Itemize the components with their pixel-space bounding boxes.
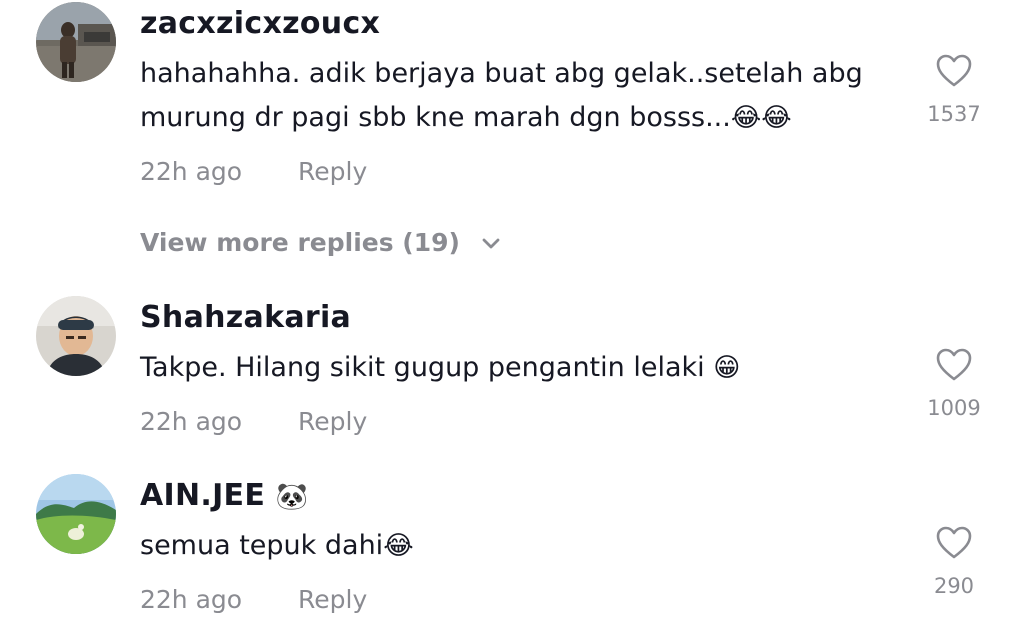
panda-emoji-icon: 🐼	[275, 482, 309, 512]
username[interactable]: AIN.JEE 🐼	[140, 478, 309, 513]
heart-icon[interactable]	[936, 54, 972, 88]
photo-landscape-icon	[36, 474, 116, 554]
photo-street-icon	[36, 2, 116, 82]
reply-button[interactable]: Reply	[298, 585, 367, 614]
comment-text-body: semua tepuk dahi	[140, 530, 384, 561]
laughing-emoji-icon: 😂😂	[730, 103, 792, 133]
comment-text: Takpe. Hilang sikit gugup pengantin lela…	[140, 346, 900, 390]
timestamp: 22h ago	[140, 407, 243, 436]
laughing-emoji-icon: 😂	[383, 531, 414, 561]
chevron-down-icon	[482, 238, 500, 249]
like-count: 290	[933, 574, 975, 598]
comment-text-body: Takpe. Hilang sikit gugup pengantin lela…	[140, 352, 714, 383]
comment-meta: 22h ago Reply	[140, 585, 367, 614]
username-text: AIN.JEE	[140, 478, 276, 513]
heart-icon[interactable]	[936, 348, 972, 382]
heart-icon[interactable]	[936, 526, 972, 560]
comment-meta: 22h ago Reply	[140, 157, 367, 186]
like-control: 1537	[920, 54, 988, 126]
reply-button[interactable]: Reply	[298, 157, 367, 186]
reply-button[interactable]: Reply	[298, 407, 367, 436]
timestamp: 22h ago	[140, 157, 243, 186]
avatar[interactable]	[36, 474, 116, 554]
timestamp: 22h ago	[140, 585, 243, 614]
avatar[interactable]	[36, 2, 116, 82]
like-control: 290	[920, 526, 988, 598]
comment-meta: 22h ago Reply	[140, 407, 367, 436]
like-count: 1537	[927, 102, 981, 126]
username[interactable]: zacxzicxzoucx	[140, 6, 380, 41]
view-more-replies-button[interactable]: View more replies (19)	[140, 228, 501, 257]
grinning-emoji-icon: 😁	[713, 353, 741, 383]
avatar[interactable]	[36, 296, 116, 376]
view-more-label: View more replies (19)	[140, 228, 460, 257]
username[interactable]: Shahzakaria	[140, 300, 351, 335]
comment-text: semua tepuk dahi😂	[140, 524, 900, 568]
like-control: 1009	[920, 348, 988, 420]
like-count: 1009	[927, 396, 981, 420]
photo-person-icon	[36, 296, 116, 376]
comment-text: hahahahha. adik berjaya buat abg gelak..…	[140, 52, 900, 140]
